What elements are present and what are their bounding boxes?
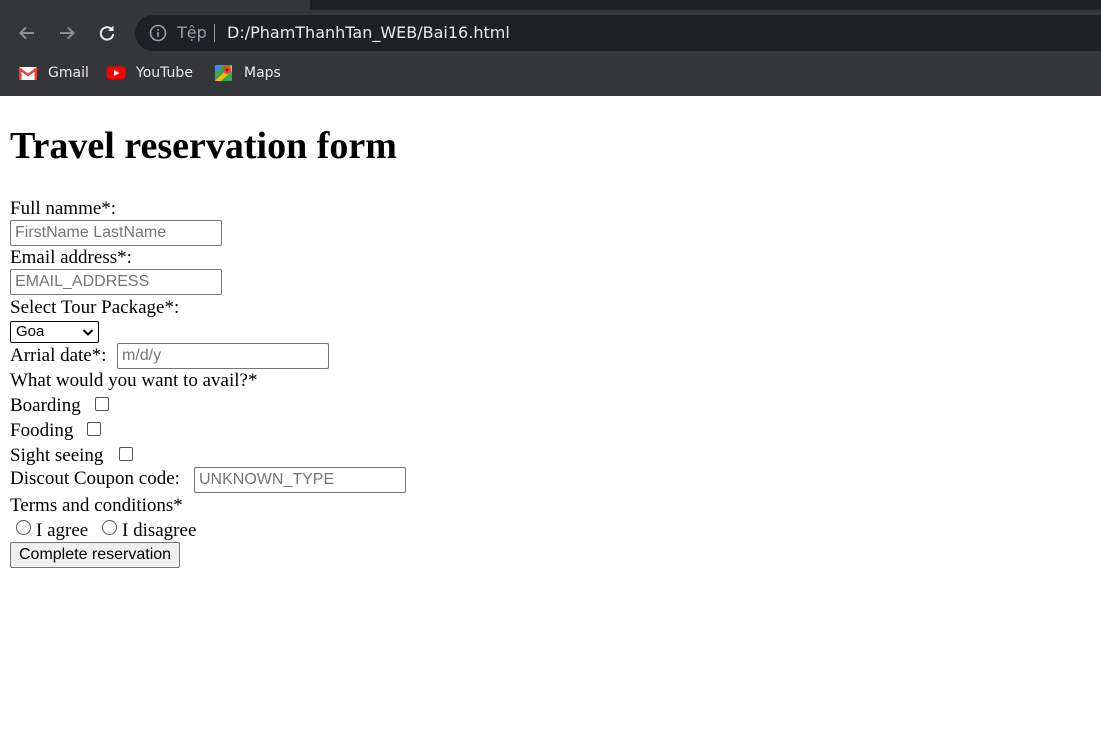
- tab-strip: [0, 0, 1101, 10]
- bookmark-maps[interactable]: Maps: [214, 60, 281, 86]
- terms-label: Terms and conditions*: [10, 495, 183, 516]
- agree-radio[interactable]: [16, 520, 31, 535]
- info-icon[interactable]: [149, 24, 167, 42]
- browser-toolbar: Tệp D:/PhamThanhTan_WEB/Bai16.html: [0, 14, 1101, 52]
- url-scheme-label: Tệp: [177, 23, 207, 42]
- coupon-input[interactable]: [194, 467, 406, 493]
- address-bar[interactable]: Tệp D:/PhamThanhTan_WEB/Bai16.html: [135, 15, 1101, 51]
- tour-package-select[interactable]: Goa: [10, 321, 99, 343]
- arrival-date-label: Arrial date*:: [10, 345, 107, 366]
- fooding-label: Fooding: [10, 420, 74, 441]
- tour-package-selected: Goa: [16, 323, 45, 340]
- reload-icon: [99, 25, 115, 41]
- email-input[interactable]: [10, 269, 222, 295]
- bookmark-label: YouTube: [136, 65, 193, 81]
- youtube-icon: [106, 66, 126, 80]
- boarding-checkbox[interactable]: [95, 397, 109, 411]
- agree-label: I agree: [36, 520, 89, 541]
- forward-arrow-icon: [60, 26, 75, 40]
- complete-reservation-button[interactable]: Complete reservation: [10, 542, 181, 568]
- browser-chrome: Tệp D:/PhamThanhTan_WEB/Bai16.html Gmail…: [0, 0, 1101, 96]
- coupon-label: Discout Coupon code:: [10, 468, 180, 489]
- tour-package-label: Select Tour Package*:: [10, 297, 180, 318]
- reload-button[interactable]: [92, 18, 122, 48]
- url-text[interactable]: D:/PhamThanhTan_WEB/Bai16.html: [227, 23, 510, 43]
- boarding-label: Boarding: [10, 395, 81, 416]
- fooding-checkbox[interactable]: [87, 422, 101, 436]
- chevron-down-icon: [82, 329, 94, 336]
- bookmark-gmail[interactable]: Gmail: [18, 60, 89, 86]
- sight-seeing-label: Sight seeing: [10, 445, 104, 466]
- bookmarks-bar: Gmail YouTube Maps: [0, 60, 1101, 86]
- full-name-input[interactable]: [10, 220, 222, 246]
- back-button[interactable]: [12, 18, 42, 48]
- bookmark-youtube[interactable]: YouTube: [106, 60, 193, 86]
- page-title: Travel reservation form: [10, 125, 397, 167]
- maps-icon: [215, 65, 232, 81]
- bookmark-label: Gmail: [48, 65, 89, 81]
- bookmark-label: Maps: [244, 65, 281, 81]
- sight-seeing-checkbox[interactable]: [119, 447, 133, 461]
- page-content: Travel reservation form Full namme*: Ema…: [0, 96, 1101, 742]
- arrival-date-input[interactable]: [117, 343, 329, 369]
- gmail-icon: [18, 67, 38, 80]
- disagree-label: I disagree: [122, 520, 197, 541]
- back-arrow-icon: [19, 26, 34, 40]
- email-label: Email address*:: [10, 247, 132, 268]
- active-tab[interactable]: [0, 0, 310, 10]
- avail-question: What would you want to avail?*: [10, 370, 258, 391]
- forward-button[interactable]: [52, 18, 82, 48]
- omnibox-divider: [214, 24, 215, 42]
- full-name-label: Full namme*:: [10, 198, 117, 219]
- disagree-radio[interactable]: [102, 520, 117, 535]
